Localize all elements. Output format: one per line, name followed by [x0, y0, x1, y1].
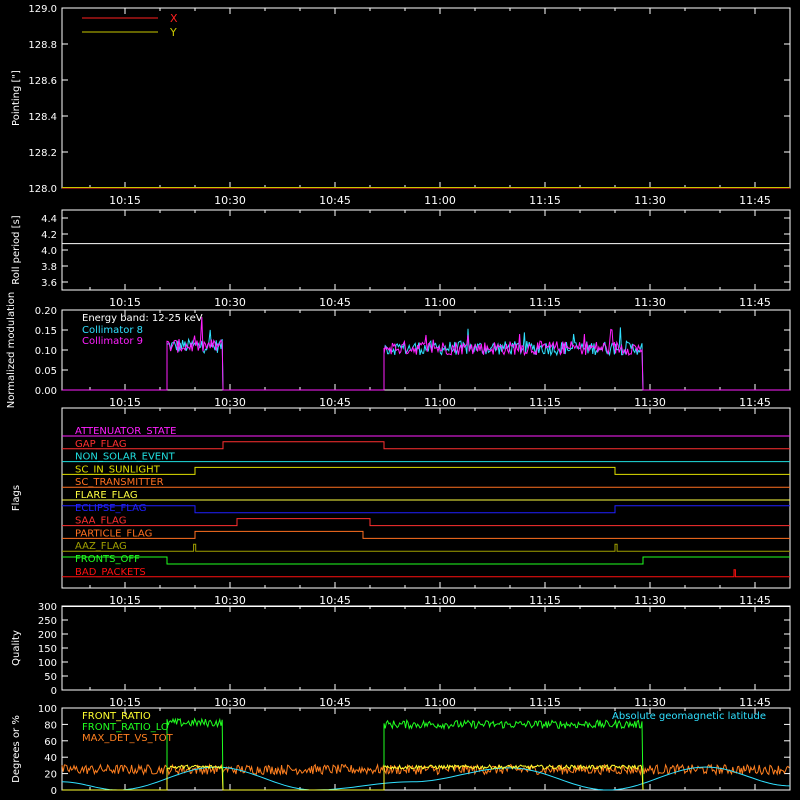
panel-4-xtick-label: 11:00: [424, 594, 456, 607]
panel-3-xtick-label: 11:30: [634, 396, 666, 409]
panel-6-ylabel: Degrees or %: [11, 715, 22, 783]
panel-2-xtick-label: 11:30: [634, 296, 666, 309]
panel-5-xtick-label: 10:15: [109, 696, 141, 709]
panel-2-ytick-label: 4.0: [41, 246, 57, 257]
panel-4-ylabel: Flags: [11, 485, 22, 511]
panel-4-xtick-label: 11:30: [634, 594, 666, 607]
panel-1-ytick-label: 129.0: [28, 4, 57, 15]
panel-3-ylabel: Normalized modulation: [6, 292, 17, 409]
flag-label: PARTICLE_FLAG: [75, 528, 152, 539]
panel-2-ytick-label: 4.4: [41, 214, 57, 225]
panel-4-xtick-label: 10:30: [214, 594, 246, 607]
panel-1-ytick-label: 128.4: [28, 112, 57, 123]
panel-1-xtick-label: 10:30: [214, 194, 246, 207]
panel-5-ytick-label: 150: [38, 644, 57, 655]
panel-1-ytick-label: 128.2: [28, 148, 57, 159]
panel-4-xtick-label: 11:15: [529, 594, 561, 607]
panel-1-ytick-label: 128.0: [28, 184, 57, 195]
panel-3-ytick-label: 0.20: [35, 306, 57, 317]
flag-label: FRONTS_OFF: [75, 554, 140, 565]
panel-6-ytick-label: 80: [44, 720, 57, 731]
panel-3-xtick-label: 11:00: [424, 396, 456, 409]
panel-4-xtick-label: 10:45: [319, 594, 351, 607]
panel-3-xtick-label: 11:15: [529, 396, 561, 409]
panel-1-xtick-label: 11:00: [424, 194, 456, 207]
panel-5-xtick-label: 10:30: [214, 696, 246, 709]
panel-6-ytick-label: 0: [51, 786, 57, 797]
modulation-legend-label: Collimator 8: [82, 325, 143, 336]
panel-4-xtick-label: 11:45: [739, 594, 771, 607]
flag-label: BAD_PACKETS: [75, 567, 146, 578]
panel-6-ytick-label: 40: [44, 753, 57, 764]
panel-5-ytick-label: 100: [38, 658, 57, 669]
panel-5-ytick-label: 300: [38, 602, 57, 613]
panel-3-xtick-label: 10:45: [319, 396, 351, 409]
degrees-legend-label: Absolute geomagnetic latitude: [612, 711, 766, 722]
panel-3-xtick-label: 10:30: [214, 396, 246, 409]
panel-5-xtick-label: 11:30: [634, 696, 666, 709]
panel-1-xtick-label: 11:30: [634, 194, 666, 207]
panel-3-xtick-label: 10:15: [109, 396, 141, 409]
panel-2-xtick-label: 11:00: [424, 296, 456, 309]
panel-2-xtick-label: 11:15: [529, 296, 561, 309]
energy-band-annotation: Energy band: 12-25 keV: [82, 313, 203, 324]
panel-1-xtick-label: 10:45: [319, 194, 351, 207]
panel-3-ytick-label: 0.00: [35, 386, 57, 397]
panel-4-xtick-label: 10:15: [109, 594, 141, 607]
panel-2-xtick-label: 10:30: [214, 296, 246, 309]
flag-label: ATTENUATOR_STATE: [75, 426, 176, 437]
chart-figure: 10:15 10:30 10:45 11:00 11:15 11:30 11:45 128.0…: [0, 0, 800, 800]
panel-6-ytick-label: 100: [38, 704, 57, 715]
panel-5-ytick-label: 250: [38, 616, 57, 627]
panel-5-xtick-label: 10:45: [319, 696, 351, 709]
flag-label: NON_SOLAR_EVENT: [75, 452, 176, 463]
panel-1-xtick-label: 11:15: [529, 194, 561, 207]
modulation-legend-label: Collimator 9: [82, 336, 143, 347]
flag-label: FLARE_FLAG: [75, 490, 138, 501]
panel-2-ytick-label: 3.6: [41, 278, 57, 289]
panel-2-xtick-label: 11:45: [739, 296, 771, 309]
degrees-legend-label: FRONT_RATIO_LO: [82, 722, 169, 733]
panel-5-xtick-label: 11:45: [739, 696, 771, 709]
degrees-legend-label: FRONT_RATIO: [82, 711, 151, 722]
panel-5-ytick-label: 0: [51, 686, 57, 697]
panel-2-ytick-label: 3.8: [41, 262, 57, 273]
panel-1-ylabel: Pointing ["]: [11, 70, 22, 126]
flag-label: GAP_FLAG: [75, 439, 127, 450]
panel-2-xtick-label: 10:45: [319, 296, 351, 309]
flag-label: ECLIPSE_FLAG: [75, 503, 146, 514]
pointing-legend-label: X: [170, 12, 178, 25]
panel-1-ytick-label: 128.8: [28, 40, 57, 51]
flag-label: AAZ_FLAG: [75, 541, 127, 552]
panel-5-xtick-label: 11:00: [424, 696, 456, 709]
panel-3-ytick-label: 0.05: [35, 366, 57, 377]
panel-6-ytick-label: 20: [44, 770, 57, 781]
panel-2-ylabel: Roll period [s]: [11, 215, 22, 284]
panel-5-ylabel: Quality: [11, 630, 22, 666]
flag-label: SC_TRANSMITTER: [75, 477, 164, 488]
panel-6-ytick-label: 60: [44, 737, 57, 748]
panel-1-xtick-label: 10:15: [109, 194, 141, 207]
degrees-legend-label: MAX_DET_VS_TOT: [82, 733, 174, 744]
panel-1-xtick-label: 11:45: [739, 194, 771, 207]
panel-3-ytick-label: 0.15: [35, 326, 57, 337]
flag-label: SAA_FLAG: [75, 516, 126, 527]
pointing-legend-label: Y: [169, 26, 177, 39]
panel-2-xtick-label: 10:15: [109, 296, 141, 309]
panel-5-xtick-label: 11:15: [529, 696, 561, 709]
panel-5-ytick-label: 50: [44, 672, 57, 683]
panel-5-ytick-label: 200: [38, 630, 57, 641]
panel-1-ytick-label: 128.6: [28, 76, 57, 87]
panel-3-xtick-label: 11:45: [739, 396, 771, 409]
flag-label: SC_IN_SUNLIGHT: [75, 464, 161, 475]
panel-2-ytick-label: 4.2: [41, 230, 57, 241]
panel-3-ytick-label: 0.10: [35, 346, 57, 357]
